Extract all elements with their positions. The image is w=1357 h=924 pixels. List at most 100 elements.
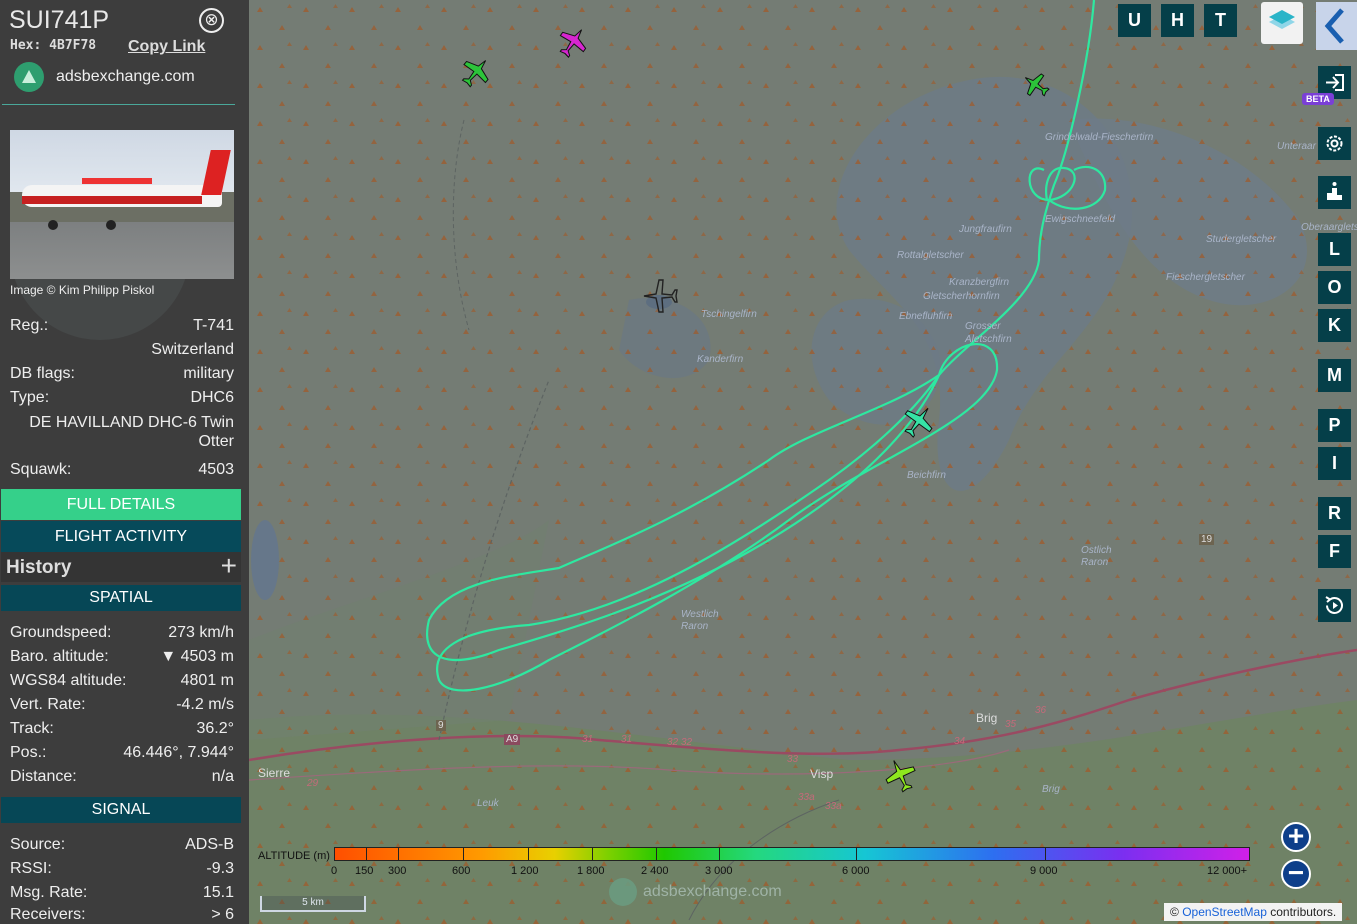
road-number: 35 <box>1005 719 1017 730</box>
watermark: adsbexchange.com <box>643 883 782 900</box>
road-number: 32 <box>667 737 679 748</box>
toggle-k-button[interactable]: K <box>1318 309 1351 342</box>
place-label: Brig <box>1042 784 1060 795</box>
altitude-tick <box>592 847 593 861</box>
aircraft-photo[interactable] <box>10 130 234 279</box>
detail-key: Type: <box>10 389 50 406</box>
aircraft-marker-icon[interactable] <box>458 54 494 90</box>
history-section[interactable]: History + <box>1 550 241 582</box>
expand-plus-icon[interactable]: + <box>221 550 237 582</box>
place-label: Visp <box>810 767 834 781</box>
altitude-tick <box>366 847 367 861</box>
place-label: Oberaargletsch <box>1301 222 1357 233</box>
altitude-tick-label: 12 000+ <box>1207 865 1248 877</box>
spatial-key: Distance: <box>10 768 77 785</box>
spatial-value: -4.2 m/s <box>176 696 234 713</box>
altitude-tick <box>1045 847 1046 861</box>
road-number: 32 <box>681 737 693 748</box>
replay-icon[interactable] <box>1318 589 1351 622</box>
aircraft-marker-icon[interactable] <box>882 756 920 796</box>
signal-key: Msg. Rate: <box>10 884 88 901</box>
place-label: Ostlich Raron <box>1081 545 1112 568</box>
toggle-o-button[interactable]: O <box>1318 271 1351 304</box>
aircraft-callsign: SUI741P <box>9 6 110 34</box>
road-number: 33a <box>825 801 842 812</box>
signal-key: Source: <box>10 836 66 853</box>
altitude-tick-label: 150 <box>355 865 374 877</box>
toggle-m-button[interactable]: M <box>1318 359 1351 392</box>
leaderboard-icon[interactable] <box>1318 176 1351 209</box>
attribution-prefix: © <box>1170 905 1183 919</box>
road-number: 34 <box>954 736 966 747</box>
detail-key: DB flags: <box>10 365 75 382</box>
place-label: Grindelwald-Fieschertirn <box>1045 132 1154 143</box>
road-number: 36 <box>1035 705 1047 716</box>
attribution-suffix: contributors. <box>1266 905 1337 919</box>
toggle-r-button[interactable]: R <box>1318 497 1351 530</box>
hex-label: Hex: <box>10 38 42 53</box>
flight-activity-button[interactable]: FLIGHT ACTIVITY <box>1 521 241 552</box>
aircraft-marker-icon[interactable] <box>639 278 685 314</box>
signal-key: RSSI: <box>10 860 52 877</box>
spatial-value: 4801 m <box>180 672 234 689</box>
altitude-tick <box>656 847 657 861</box>
toggle-i-button[interactable]: I <box>1318 447 1351 480</box>
road-number: 19 <box>1199 534 1215 545</box>
altitude-tick-label: 300 <box>388 865 407 877</box>
toggle-h-button[interactable]: H <box>1161 4 1194 37</box>
place-label: Leuk <box>477 798 499 809</box>
spatial-key: Groundspeed: <box>10 624 112 641</box>
spatial-key: Pos.: <box>10 744 47 761</box>
adsbexchange-logo-icon <box>14 62 44 92</box>
signal-value: ADS-B <box>185 836 234 853</box>
signal-value: > 6 <box>211 906 234 923</box>
road-badge: A9 <box>504 734 521 745</box>
toggle-u-button[interactable]: U <box>1118 4 1151 37</box>
toggle-p-button[interactable]: P <box>1318 409 1351 442</box>
copy-link[interactable]: Copy Link <box>128 38 205 56</box>
place-label: Westlich Raron <box>681 609 719 632</box>
spatial-value: ▼ 4503 m <box>160 648 234 665</box>
map-view[interactable]: Grindelwald-Fieschertirn Ewigschneefeld … <box>249 0 1357 924</box>
full-details-button[interactable]: FULL DETAILS <box>1 489 241 520</box>
aircraft-marker-icon[interactable] <box>1019 70 1053 100</box>
altitude-legend-label: ALTITUDE (m) <box>258 850 330 862</box>
toggle-l-button[interactable]: L <box>1318 233 1351 266</box>
layers-icon[interactable] <box>1261 2 1303 44</box>
aircraft-info-panel: SUI741P ⊗ Hex: 4B7F78 Copy Link adsbexch… <box>0 0 249 924</box>
spatial-value: 273 km/h <box>168 624 234 641</box>
openstreetmap-link[interactable]: OpenStreetMap <box>1182 905 1267 919</box>
collapse-sidebar-icon[interactable] <box>1316 2 1357 50</box>
divider <box>2 104 235 105</box>
signal-header[interactable]: SIGNAL <box>1 797 241 823</box>
zoom-in-button[interactable]: + <box>1281 822 1311 852</box>
altitude-tick <box>856 847 857 861</box>
altitude-tick-label: 3 000 <box>705 865 733 877</box>
place-label: Gletscherhornfirn <box>923 291 1000 302</box>
road-number: 9 <box>436 720 446 731</box>
road-number: 33a <box>798 792 815 803</box>
altitude-tick-label: 2 400 <box>641 865 669 877</box>
selected-aircraft-marker-icon[interactable] <box>899 403 937 441</box>
spatial-key: Vert. Rate: <box>10 696 86 713</box>
detail-value: DHC6 <box>190 389 234 406</box>
place-label: Tschingelfirn <box>701 309 757 320</box>
aircraft-marker-icon[interactable] <box>555 24 591 60</box>
signal-value: -9.3 <box>206 860 234 877</box>
adsbexchange-link[interactable]: adsbexchange.com <box>56 68 195 86</box>
spatial-value: n/a <box>211 768 234 785</box>
close-icon[interactable]: ⊗ <box>199 8 224 33</box>
toggle-t-button[interactable]: T <box>1204 4 1237 37</box>
road-number: 31 <box>582 734 594 745</box>
settings-gear-icon[interactable] <box>1318 127 1351 160</box>
spatial-value: 46.446°, 7.944° <box>123 744 234 761</box>
toggle-f-button[interactable]: F <box>1318 535 1351 568</box>
altitude-tick <box>463 847 464 861</box>
zoom-out-button[interactable]: − <box>1281 859 1311 889</box>
detail-value: T-741 <box>193 317 234 334</box>
spatial-header[interactable]: SPATIAL <box>1 585 241 611</box>
signal-value: 15.1 <box>202 884 234 901</box>
road-number: 31 <box>621 734 633 745</box>
map-canvas[interactable] <box>249 0 1357 924</box>
scale-bar: 5 km <box>260 896 366 912</box>
